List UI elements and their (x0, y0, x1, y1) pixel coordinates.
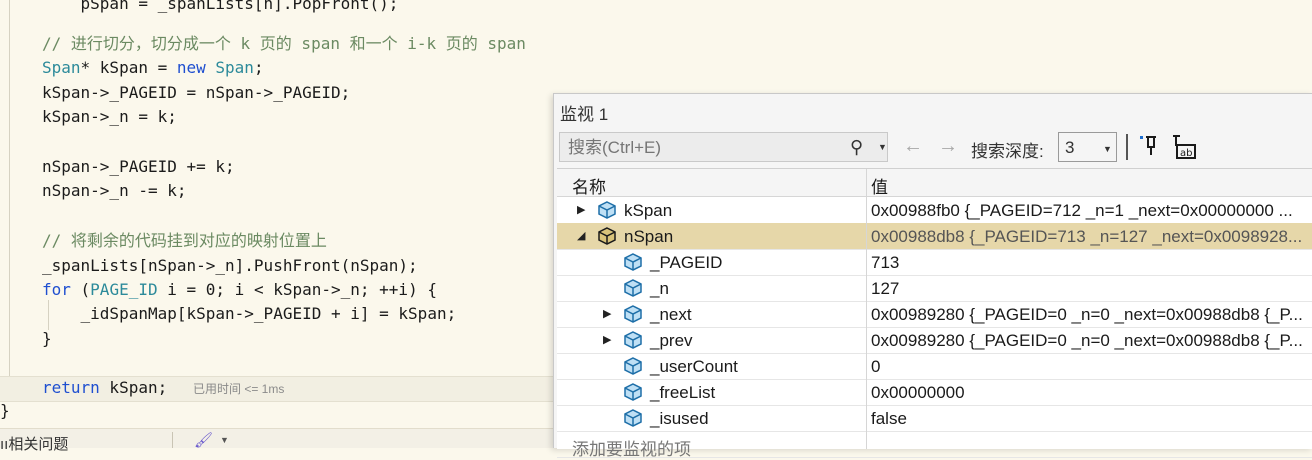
watch-row-value[interactable]: 0x00988db8 {_PAGEID=713 _n=127 _next=0x0… (871, 227, 1311, 247)
code-line-nspan-n: nSpan->_n -= k; (42, 181, 187, 200)
expand-icon[interactable]: ▶ (603, 333, 611, 346)
watch-window: 监视 1 ⚲ ▼ ← → 搜索深度: 3 ▼ ab 名称 值 ▶ kSpan 0… (553, 93, 1312, 459)
code-line-pageid: kSpan->_PAGEID = nSpan->_PAGEID; (42, 83, 351, 102)
watch-row-value[interactable]: 0x00989280 {_PAGEID=0 _n=0 _next=0x00988… (871, 305, 1311, 325)
object-icon (598, 227, 616, 245)
watch-row-value[interactable]: 0x00988fb0 {_PAGEID=712 _n=1 _next=0x000… (871, 201, 1311, 221)
object-icon (598, 201, 616, 219)
svg-text:ab: ab (1180, 148, 1192, 159)
watch-row-kspan[interactable]: ▶ kSpan 0x00988fb0 {_PAGEID=712 _n=1 _ne… (557, 197, 1312, 224)
watch-row-value[interactable]: 0 (871, 357, 1311, 377)
watch-row-name: _userCount (650, 357, 738, 376)
indent-guide (48, 300, 49, 330)
watch-row-name: _next (650, 305, 692, 324)
field-icon (624, 305, 642, 323)
bottom-toolbar: ıı相关问题 🖌 ▼ (0, 428, 560, 453)
field-icon (624, 409, 642, 427)
code-line-for: for (PAGE_ID i = 0; i < kSpan->_n; ++i) … (42, 280, 437, 299)
watch-row-value[interactable]: 0x00989280 {_PAGEID=0 _n=0 _next=0x00988… (871, 331, 1311, 351)
search-depth-select[interactable]: 3 ▼ (1058, 132, 1117, 162)
watch-row-value[interactable]: 127 (871, 279, 1311, 299)
watch-row-value[interactable]: false (871, 409, 1311, 429)
back-arrow-icon[interactable]: ← (903, 135, 923, 158)
field-icon (624, 279, 642, 297)
field-icon (624, 331, 642, 349)
code-line-pushfront: _spanLists[nSpan->_n].PushFront(nSpan); (42, 256, 418, 275)
watch-row-name: _isused (650, 409, 709, 428)
expand-icon[interactable]: ▶ (577, 203, 585, 216)
value-format-icon[interactable]: ab (1171, 134, 1197, 165)
code-line-nspan-pageid: nSpan->_PAGEID += k; (42, 157, 235, 176)
toolbar-separator (172, 432, 173, 448)
watch-row-name: _freeList (650, 383, 716, 402)
watch-row-pageid[interactable]: _PAGEID 713 (557, 249, 1312, 276)
column-header-name[interactable]: 名称 (572, 173, 606, 198)
expand-icon[interactable]: ▶ (603, 307, 611, 320)
chevron-down-icon: ▼ (1103, 144, 1112, 154)
watch-row-name: _PAGEID (650, 253, 723, 272)
watch-row-isused[interactable]: _isused false (557, 405, 1312, 432)
watch-search-box[interactable]: ⚲ ▼ (559, 132, 888, 162)
watch-row-name: kSpan (624, 201, 673, 220)
column-divider[interactable] (866, 169, 867, 449)
search-depth-value: 3 (1065, 138, 1075, 157)
column-header-value[interactable]: 值 (871, 173, 888, 198)
watch-add-item-row[interactable]: 添加要监视的项 (557, 431, 1312, 460)
watch-title: 监视 1 (560, 105, 609, 124)
watch-row-name: _n (650, 279, 669, 298)
watch-row-value[interactable]: 0x00000000 (871, 383, 1311, 403)
field-icon (624, 253, 642, 271)
related-issues-label[interactable]: ıı相关问题 (0, 433, 68, 454)
add-watch-item-placeholder[interactable]: 添加要监视的项 (572, 435, 691, 460)
watch-row-name: _prev (650, 331, 693, 350)
code-line-new-span: Span* kSpan = new Span; (42, 58, 264, 77)
code-comment-split: // 进行切分，切分成一个 k 页的 span 和一个 i-k 页的 span (42, 34, 526, 53)
watch-row-nspan[interactable]: ◢ nSpan 0x00988db8 {_PAGEID=713 _n=127 _… (557, 223, 1312, 250)
code-comment-map: // 将剩余的代码挂到对应的映射位置上 (42, 231, 327, 250)
watch-row-freelist[interactable]: _freeList 0x00000000 (557, 379, 1312, 406)
field-icon (624, 383, 642, 401)
collapse-icon[interactable]: ◢ (577, 229, 585, 242)
watch-grid-header: 名称 值 (557, 169, 1312, 197)
code-line-return: return kSpan; (42, 378, 168, 397)
toolbar-separator (1126, 134, 1128, 160)
code-line-0: pSpan = _spanLists[n].PopFront(); (80, 0, 399, 13)
watch-row-value[interactable]: 713 (871, 253, 1311, 273)
watch-row-n[interactable]: _n 127 (557, 275, 1312, 302)
chevron-down-icon[interactable]: ▼ (878, 142, 887, 152)
code-line-map-assign: _idSpanMap[kSpan->_PAGEID + i] = kSpan; (42, 304, 457, 323)
watch-row-usercount[interactable]: _userCount 0 (557, 353, 1312, 380)
code-line-n: kSpan->_n = k; (42, 107, 177, 126)
indent-guide (9, 0, 10, 400)
elapsed-time-hint: 已用时间 <= 1ms (193, 382, 285, 396)
forward-arrow-icon[interactable]: → (938, 135, 958, 158)
field-icon (624, 357, 642, 375)
watch-row-next[interactable]: ▶ _next 0x00989280 {_PAGEID=0 _n=0 _next… (557, 301, 1312, 328)
code-line-close-for: } (42, 329, 52, 348)
watch-grid: 名称 值 ▶ kSpan 0x00988fb0 {_PAGEID=712 _n=… (557, 168, 1312, 459)
pin-icon[interactable] (1138, 134, 1160, 163)
brush-icon[interactable]: 🖌 (194, 431, 213, 449)
search-icon[interactable]: ⚲ (850, 137, 863, 158)
watch-row-name: nSpan (624, 227, 674, 246)
search-depth-label: 搜索深度: (971, 142, 1044, 161)
code-line-close-function: } (0, 401, 10, 420)
chevron-down-icon[interactable]: ▼ (220, 435, 229, 445)
search-input[interactable] (566, 136, 840, 160)
watch-row-prev[interactable]: ▶ _prev 0x00989280 {_PAGEID=0 _n=0 _next… (557, 327, 1312, 354)
